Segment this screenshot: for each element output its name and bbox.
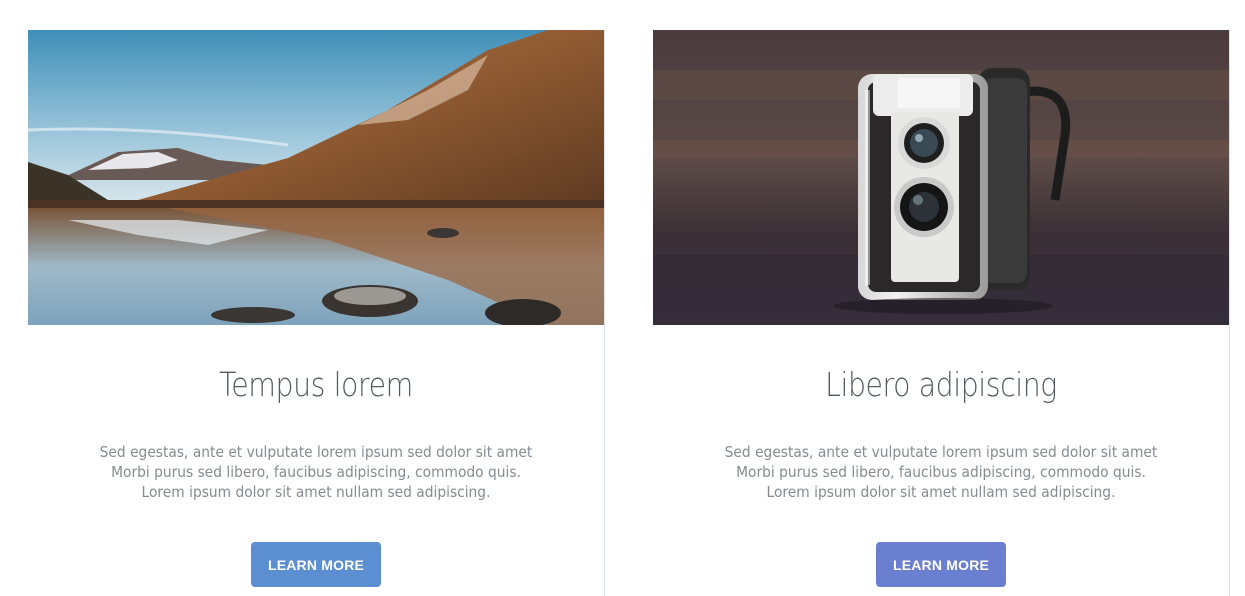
card-description: Sed egestas, ante et vulputate lorem ips… <box>676 442 1206 502</box>
card-tempus-lorem: Tempus lorem Sed egestas, ante et vulput… <box>28 30 605 596</box>
card-description-line: Lorem ipsum dolor sit amet nullam sed ad… <box>141 483 491 501</box>
card-title: Tempus lorem <box>219 365 413 404</box>
card-description: Sed egestas, ante et vulputate lorem ips… <box>51 442 581 502</box>
page: Tempus lorem Sed egestas, ante et vulput… <box>0 0 1245 596</box>
card-description-line: Sed egestas, ante et vulputate lorem ips… <box>99 443 533 461</box>
card-title: Libero adipiscing <box>825 365 1057 404</box>
card-description-line: Lorem ipsum dolor sit amet nullam sed ad… <box>766 483 1116 501</box>
card-description-line: Sed egestas, ante et vulputate lorem ips… <box>724 443 1158 461</box>
card-libero-adipiscing: Libero adipiscing Sed egestas, ante et v… <box>653 30 1230 596</box>
learn-more-button[interactable]: LEARN MORE <box>876 542 1006 587</box>
card-description-line: Morbi purus sed libero, faucibus adipisc… <box>736 463 1146 481</box>
card-description-line: Morbi purus sed libero, faucibus adipisc… <box>111 463 521 481</box>
learn-more-button[interactable]: LEARN MORE <box>251 542 381 587</box>
mountain-lake-image[interactable] <box>28 30 604 325</box>
vintage-camera-image[interactable] <box>653 30 1229 325</box>
